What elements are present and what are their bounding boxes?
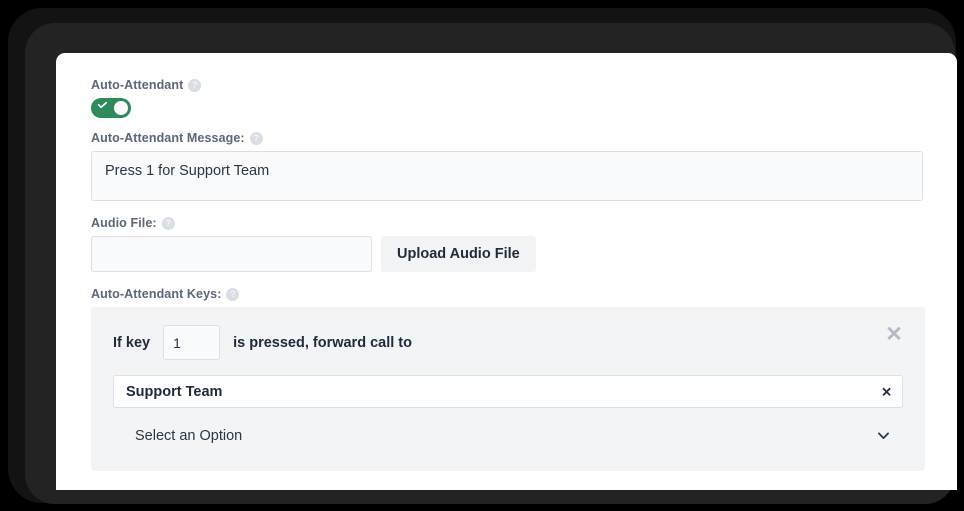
question-mark-circle-icon[interactable]: ?: [226, 287, 240, 301]
message-label: Auto-Attendant Message:: [91, 131, 245, 145]
question-mark-circle-icon[interactable]: ?: [249, 131, 263, 145]
audio-file-input[interactable]: [91, 236, 372, 272]
auto-attendant-form: Auto-Attendant ? Auto-Attendant Message:…: [91, 77, 925, 490]
auto-attendant-toggle[interactable]: [91, 98, 131, 118]
check-icon: [98, 102, 107, 108]
audio-file-label-row: Audio File: ?: [91, 215, 925, 231]
auto-attendant-message-input[interactable]: [91, 151, 923, 201]
option-select[interactable]: Select an Option: [113, 421, 903, 451]
settings-card: Auto-Attendant ? Auto-Attendant Message:…: [56, 53, 957, 490]
toggle-knob: [114, 101, 128, 115]
auto-attendant-keys-label: Auto-Attendant Keys:: [91, 287, 222, 301]
auto-attendant-keys-panel: If key is pressed, forward call to ✕ Sup…: [91, 307, 925, 471]
device-bezel-middle: Auto-Attendant ? Auto-Attendant Message:…: [8, 8, 957, 504]
auto-attendant-label-row: Auto-Attendant ?: [91, 77, 925, 93]
key-rule-row: If key is pressed, forward call to: [91, 325, 925, 360]
device-bezel-outer: Auto-Attendant ? Auto-Attendant Message:…: [0, 0, 964, 511]
is-pressed-forward-label: is pressed, forward call to: [233, 334, 412, 351]
forward-destination-value: Support Team: [126, 383, 223, 400]
question-mark-circle-icon[interactable]: ?: [161, 216, 175, 230]
audio-file-row: Upload Audio File: [91, 236, 925, 272]
close-x-icon[interactable]: ✕: [884, 324, 904, 345]
question-mark-circle-icon[interactable]: ?: [188, 78, 202, 92]
keys-label-row: Auto-Attendant Keys: ?: [91, 286, 925, 302]
chevron-down-icon: [878, 432, 889, 439]
if-key-label: If key: [113, 334, 151, 351]
clear-x-icon[interactable]: ✕: [881, 385, 892, 398]
forward-destination-select[interactable]: Support Team ✕: [113, 375, 903, 408]
message-label-row: Auto-Attendant Message: ?: [91, 130, 925, 146]
option-select-value: Select an Option: [135, 428, 243, 444]
auto-attendant-label: Auto-Attendant: [91, 78, 184, 92]
audio-file-label: Audio File:: [91, 216, 157, 230]
device-bezel-inner: Auto-Attendant ? Auto-Attendant Message:…: [25, 23, 957, 504]
key-number-input[interactable]: [163, 325, 221, 360]
upload-audio-file-button[interactable]: Upload Audio File: [381, 236, 536, 272]
